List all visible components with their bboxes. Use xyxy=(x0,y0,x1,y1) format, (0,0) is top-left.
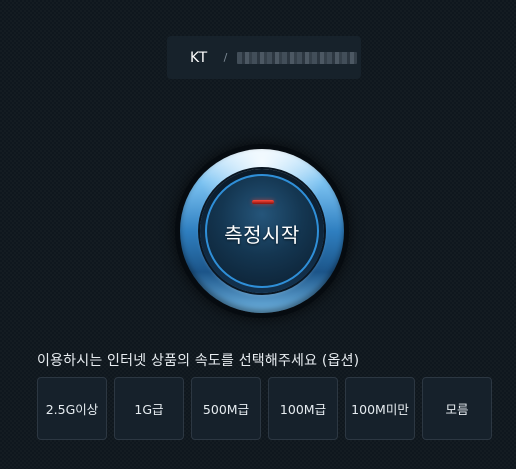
status-indicator-light xyxy=(252,200,274,204)
speed-option-500m[interactable]: 500M급 xyxy=(191,377,261,440)
start-button-ring: 측정시작 xyxy=(180,149,344,313)
connection-info-bar: KT / xyxy=(167,36,361,79)
speed-selection-prompt: 이용하시는 인터넷 상품의 속도를 선택해주세요 (옵션) xyxy=(37,353,360,369)
speed-option-2-5g-or-more[interactable]: 2.5G이상 xyxy=(37,377,107,440)
speed-option-under-100m[interactable]: 100M미만 xyxy=(345,377,415,440)
isp-name: KT xyxy=(190,49,208,66)
start-button-wrapper: 측정시작 xyxy=(175,144,349,318)
speed-option-1g[interactable]: 1G급 xyxy=(114,377,184,440)
start-test-label: 측정시작 xyxy=(224,222,300,247)
isp-separator: / xyxy=(223,51,228,64)
speed-option-100m[interactable]: 100M급 xyxy=(268,377,338,440)
masked-ip-address xyxy=(237,51,358,64)
start-button-bezel: 측정시작 xyxy=(200,169,324,293)
start-test-button[interactable]: 측정시작 xyxy=(205,174,319,288)
speed-option-unknown[interactable]: 모름 xyxy=(422,377,492,440)
